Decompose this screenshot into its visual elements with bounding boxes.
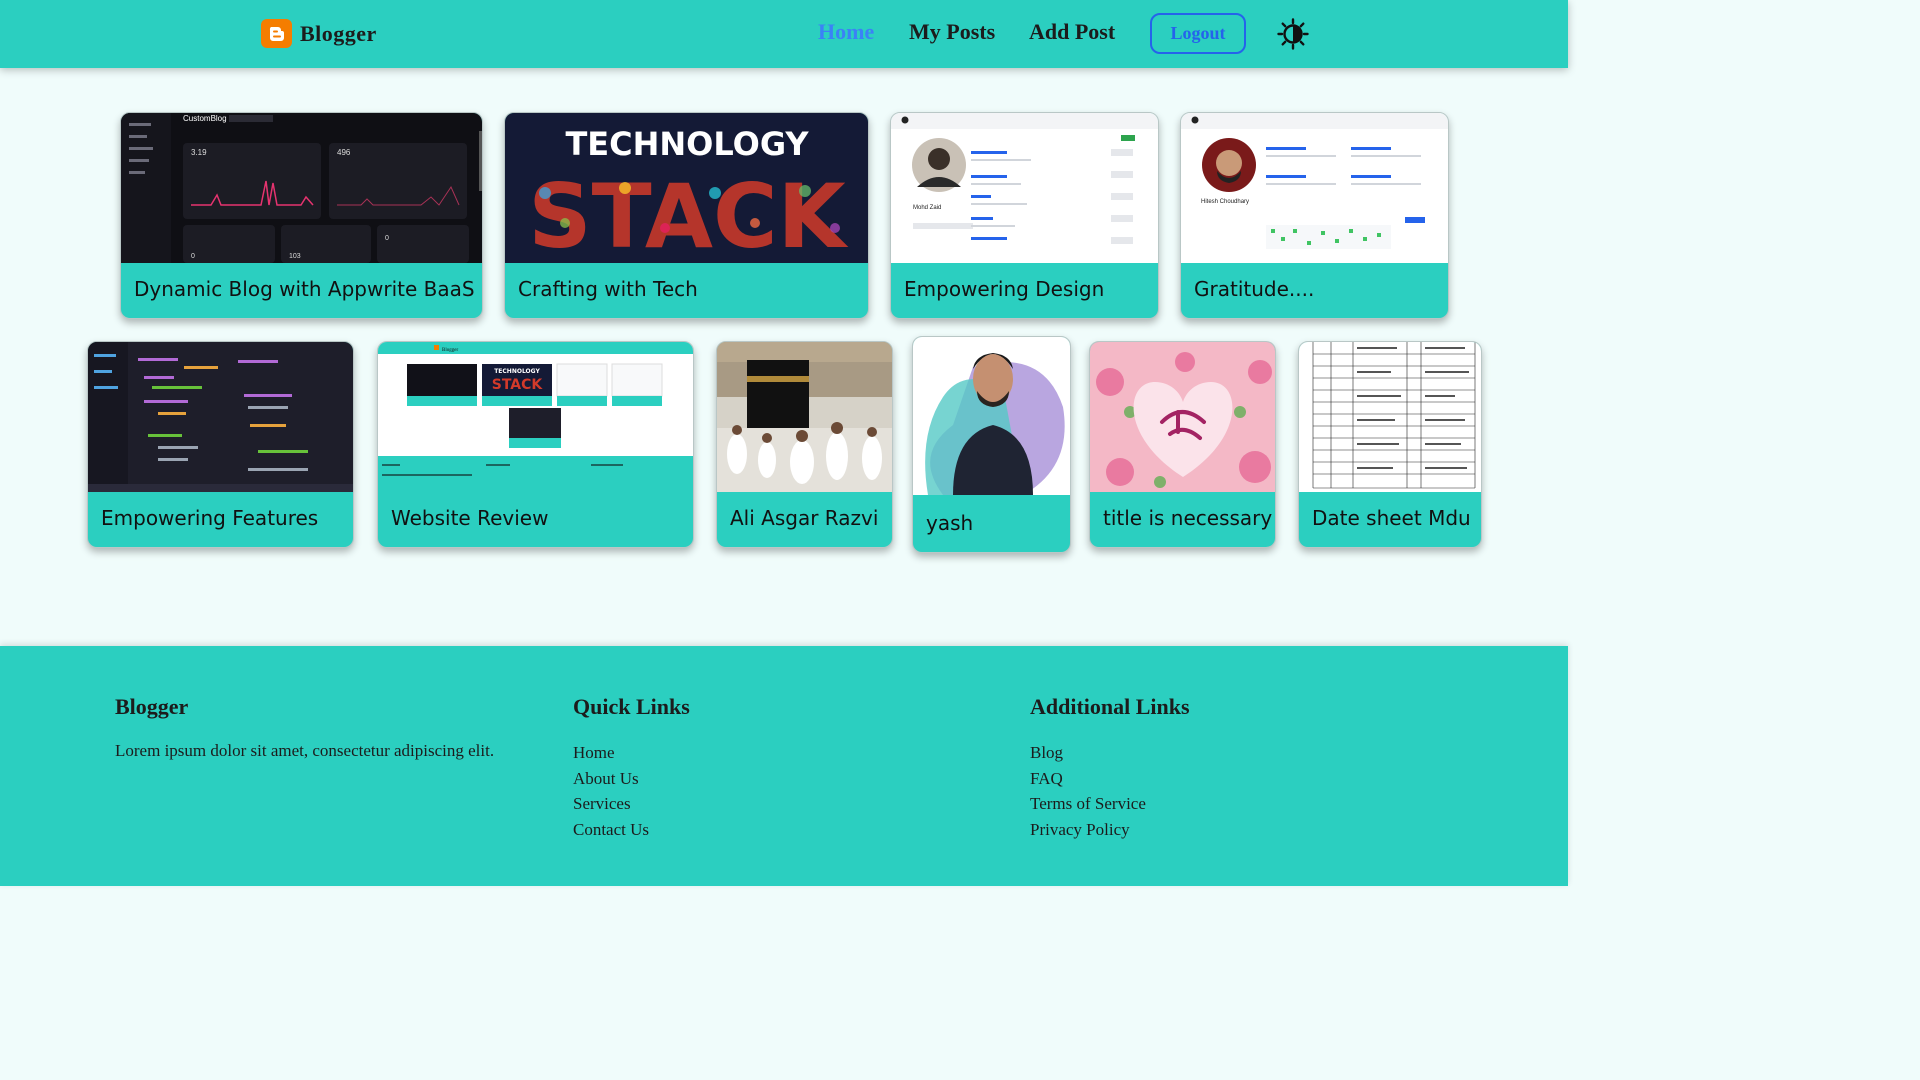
post-thumbnail xyxy=(1090,342,1275,492)
post-card[interactable]: CustomBlog 3.19 496 0 0 103 Dynamic Blog… xyxy=(120,112,483,319)
svg-text:3.19: 3.19 xyxy=(191,148,207,157)
post-title: Dynamic Blog with Appwrite BaaS xyxy=(134,277,475,301)
post-title: Empowering Features xyxy=(101,506,319,530)
nav-add-post[interactable]: Add Post xyxy=(1029,19,1115,45)
site-footer: Blogger Lorem ipsum dolor sit amet, cons… xyxy=(0,646,1568,886)
site-header: Blogger Home My Posts Add Post Logout xyxy=(0,0,1568,68)
brand-name: Blogger xyxy=(300,20,377,46)
post-card[interactable]: yash xyxy=(912,336,1071,553)
svg-text:103: 103 xyxy=(289,253,301,260)
footer-link-privacy[interactable]: Privacy Policy xyxy=(1030,817,1190,843)
footer-link-faq[interactable]: FAQ xyxy=(1030,766,1190,792)
post-card[interactable]: Blogger TECHNOLOGY STACK Website Review xyxy=(377,341,694,548)
post-thumbnail: CustomBlog 3.19 496 0 0 103 xyxy=(121,113,482,263)
footer-link-services[interactable]: Services xyxy=(573,791,690,817)
footer-link-home[interactable]: Home xyxy=(573,740,690,766)
post-title: yash xyxy=(926,511,974,535)
post-title: Crafting with Tech xyxy=(518,277,698,301)
post-thumbnail: Hitesh Choudhary xyxy=(1181,113,1448,263)
footer-link-contact[interactable]: Contact Us xyxy=(573,817,690,843)
post-thumbnail xyxy=(717,342,892,492)
svg-text:STACK: STACK xyxy=(528,165,848,263)
post-thumbnail: Blogger TECHNOLOGY STACK xyxy=(378,342,693,492)
post-card[interactable]: Ali Asgar Razvi xyxy=(716,341,893,548)
post-title: Date sheet Mdu xyxy=(1312,506,1471,530)
post-thumbnail xyxy=(1299,342,1481,492)
theme-toggle-icon[interactable] xyxy=(1277,18,1309,50)
post-card[interactable]: Hitesh Choudhary Gratitude.... xyxy=(1180,112,1449,319)
post-thumbnail xyxy=(88,342,353,492)
post-thumbnail: Mohd Zaid xyxy=(891,113,1158,263)
post-title: Empowering Design xyxy=(904,277,1105,301)
blogger-logo-icon xyxy=(261,19,292,48)
svg-text:Blogger: Blogger xyxy=(442,348,458,353)
post-card[interactable]: Empowering Features xyxy=(87,341,354,548)
footer-quick-links: Quick Links Home About Us Services Conta… xyxy=(573,694,690,842)
nav-my-posts[interactable]: My Posts xyxy=(909,19,995,45)
footer-link-terms[interactable]: Terms of Service xyxy=(1030,791,1190,817)
logout-button[interactable]: Logout xyxy=(1150,13,1246,54)
nav-home[interactable]: Home xyxy=(818,19,874,45)
post-card[interactable]: title is necessary xyxy=(1089,341,1276,548)
svg-text:496: 496 xyxy=(337,148,351,157)
quick-links-heading: Quick Links xyxy=(573,694,690,719)
svg-text:0: 0 xyxy=(385,235,389,242)
svg-text:TECHNOLOGY: TECHNOLOGY xyxy=(494,368,540,375)
footer-description: Lorem ipsum dolor sit amet, consectetur … xyxy=(115,741,495,760)
post-card[interactable]: Mohd Zaid Empowering Design xyxy=(890,112,1159,319)
footer-additional-links: Additional Links Blog FAQ Terms of Servi… xyxy=(1030,694,1190,842)
post-title: Gratitude.... xyxy=(1194,277,1315,301)
post-title: Ali Asgar Razvi xyxy=(730,506,879,530)
footer-brand: Blogger xyxy=(115,694,189,719)
svg-text:STACK: STACK xyxy=(492,377,544,393)
additional-links-heading: Additional Links xyxy=(1030,694,1190,719)
svg-text:CustomBlog: CustomBlog xyxy=(183,114,227,123)
brand-logo[interactable]: Blogger xyxy=(261,19,377,48)
footer-about: Blogger Lorem ipsum dolor sit amet, cons… xyxy=(115,694,535,761)
post-card[interactable]: Date sheet Mdu xyxy=(1298,341,1482,548)
post-card[interactable]: TECHNOLOGY STACK Crafting with Tech xyxy=(504,112,869,319)
post-thumbnail: TECHNOLOGY STACK xyxy=(505,113,868,263)
svg-text:Mohd Zaid: Mohd Zaid xyxy=(913,205,941,211)
svg-text:Hitesh Choudhary: Hitesh Choudhary xyxy=(1201,199,1249,205)
footer-link-about[interactable]: About Us xyxy=(573,766,690,792)
svg-text:0: 0 xyxy=(191,253,195,260)
svg-text:TECHNOLOGY: TECHNOLOGY xyxy=(565,125,809,163)
footer-link-blog[interactable]: Blog xyxy=(1030,740,1190,766)
post-title: title is necessary xyxy=(1103,506,1273,530)
post-thumbnail xyxy=(913,337,1070,495)
post-title: Website Review xyxy=(391,506,549,530)
